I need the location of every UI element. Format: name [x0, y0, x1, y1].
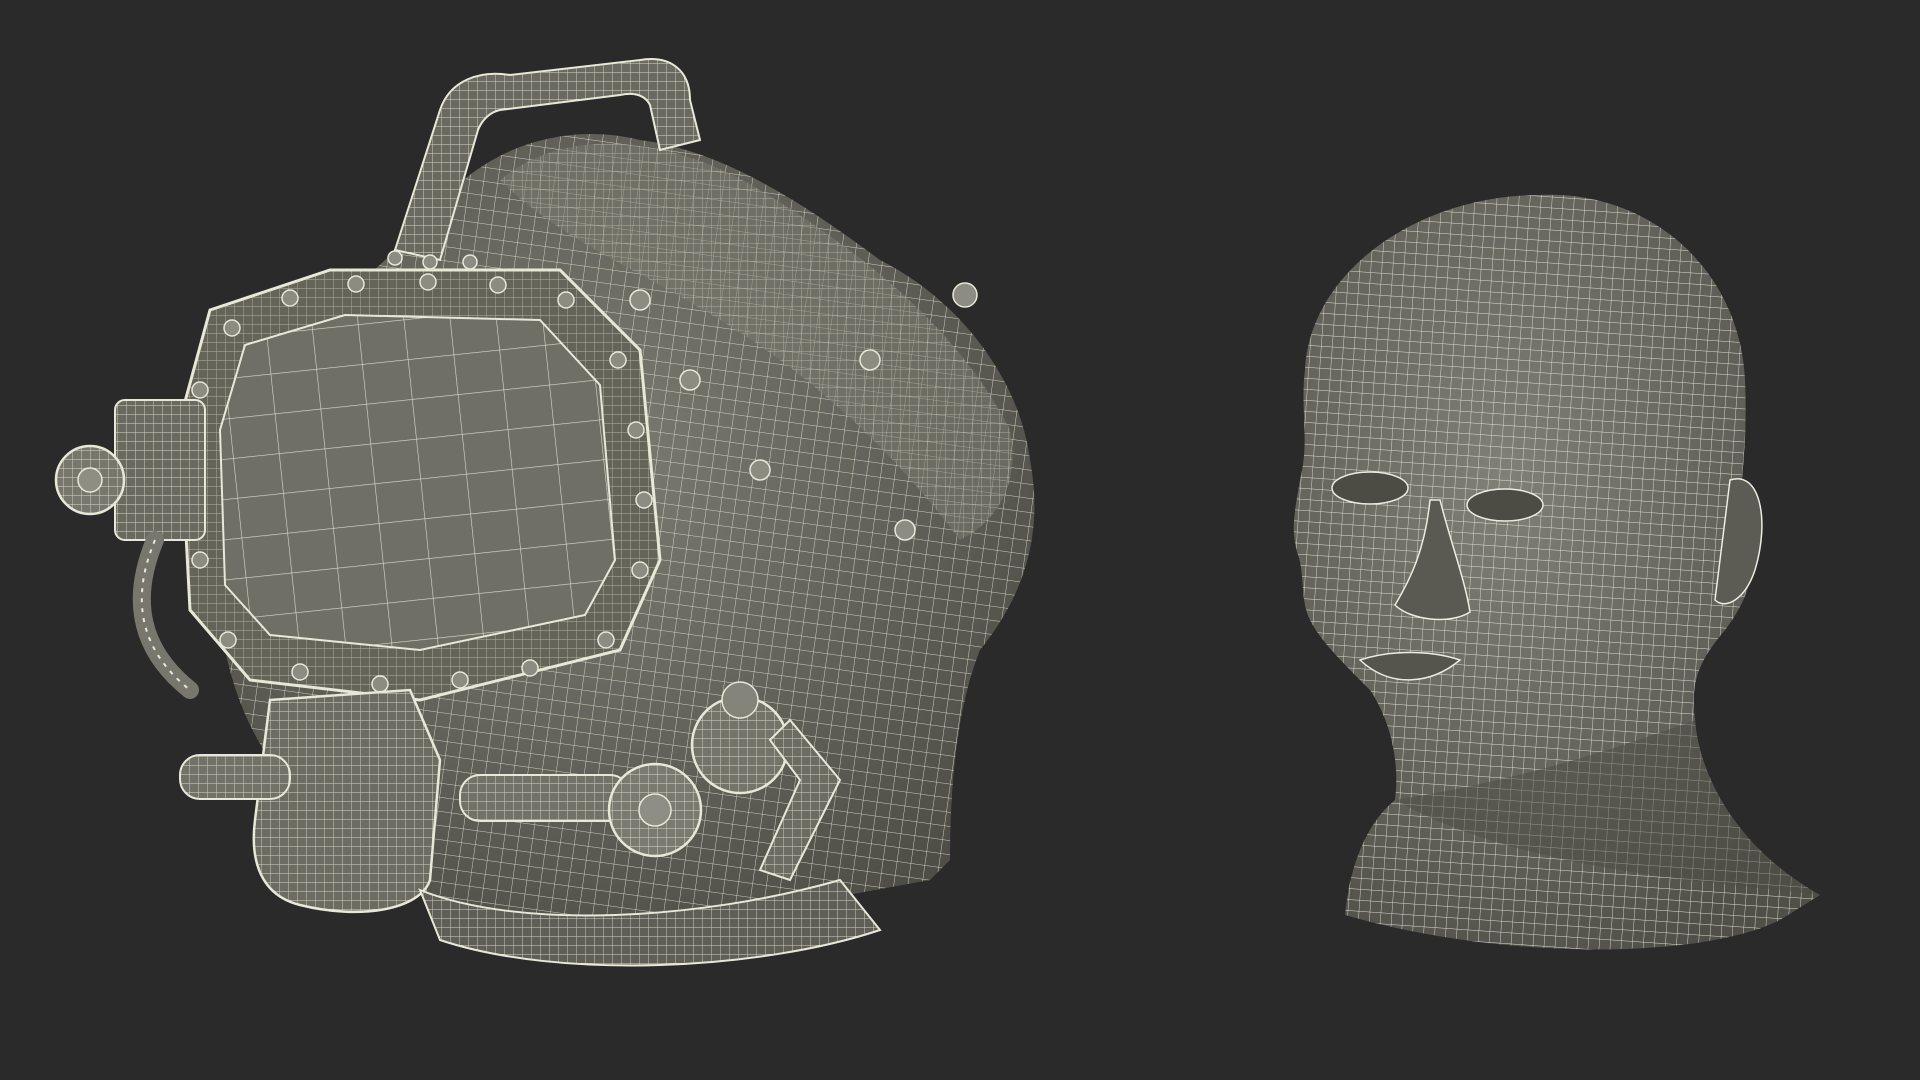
wireframe-render	[54, 58, 1820, 967]
left-eye	[1331, 471, 1409, 505]
viewport	[0, 0, 1920, 1080]
human-head	[1293, 194, 1820, 950]
diving-helmet	[54, 58, 1035, 967]
side-valve-knob	[54, 399, 206, 541]
hose	[132, 531, 199, 699]
regulator-knob	[607, 762, 703, 858]
right-eye	[1466, 488, 1544, 522]
